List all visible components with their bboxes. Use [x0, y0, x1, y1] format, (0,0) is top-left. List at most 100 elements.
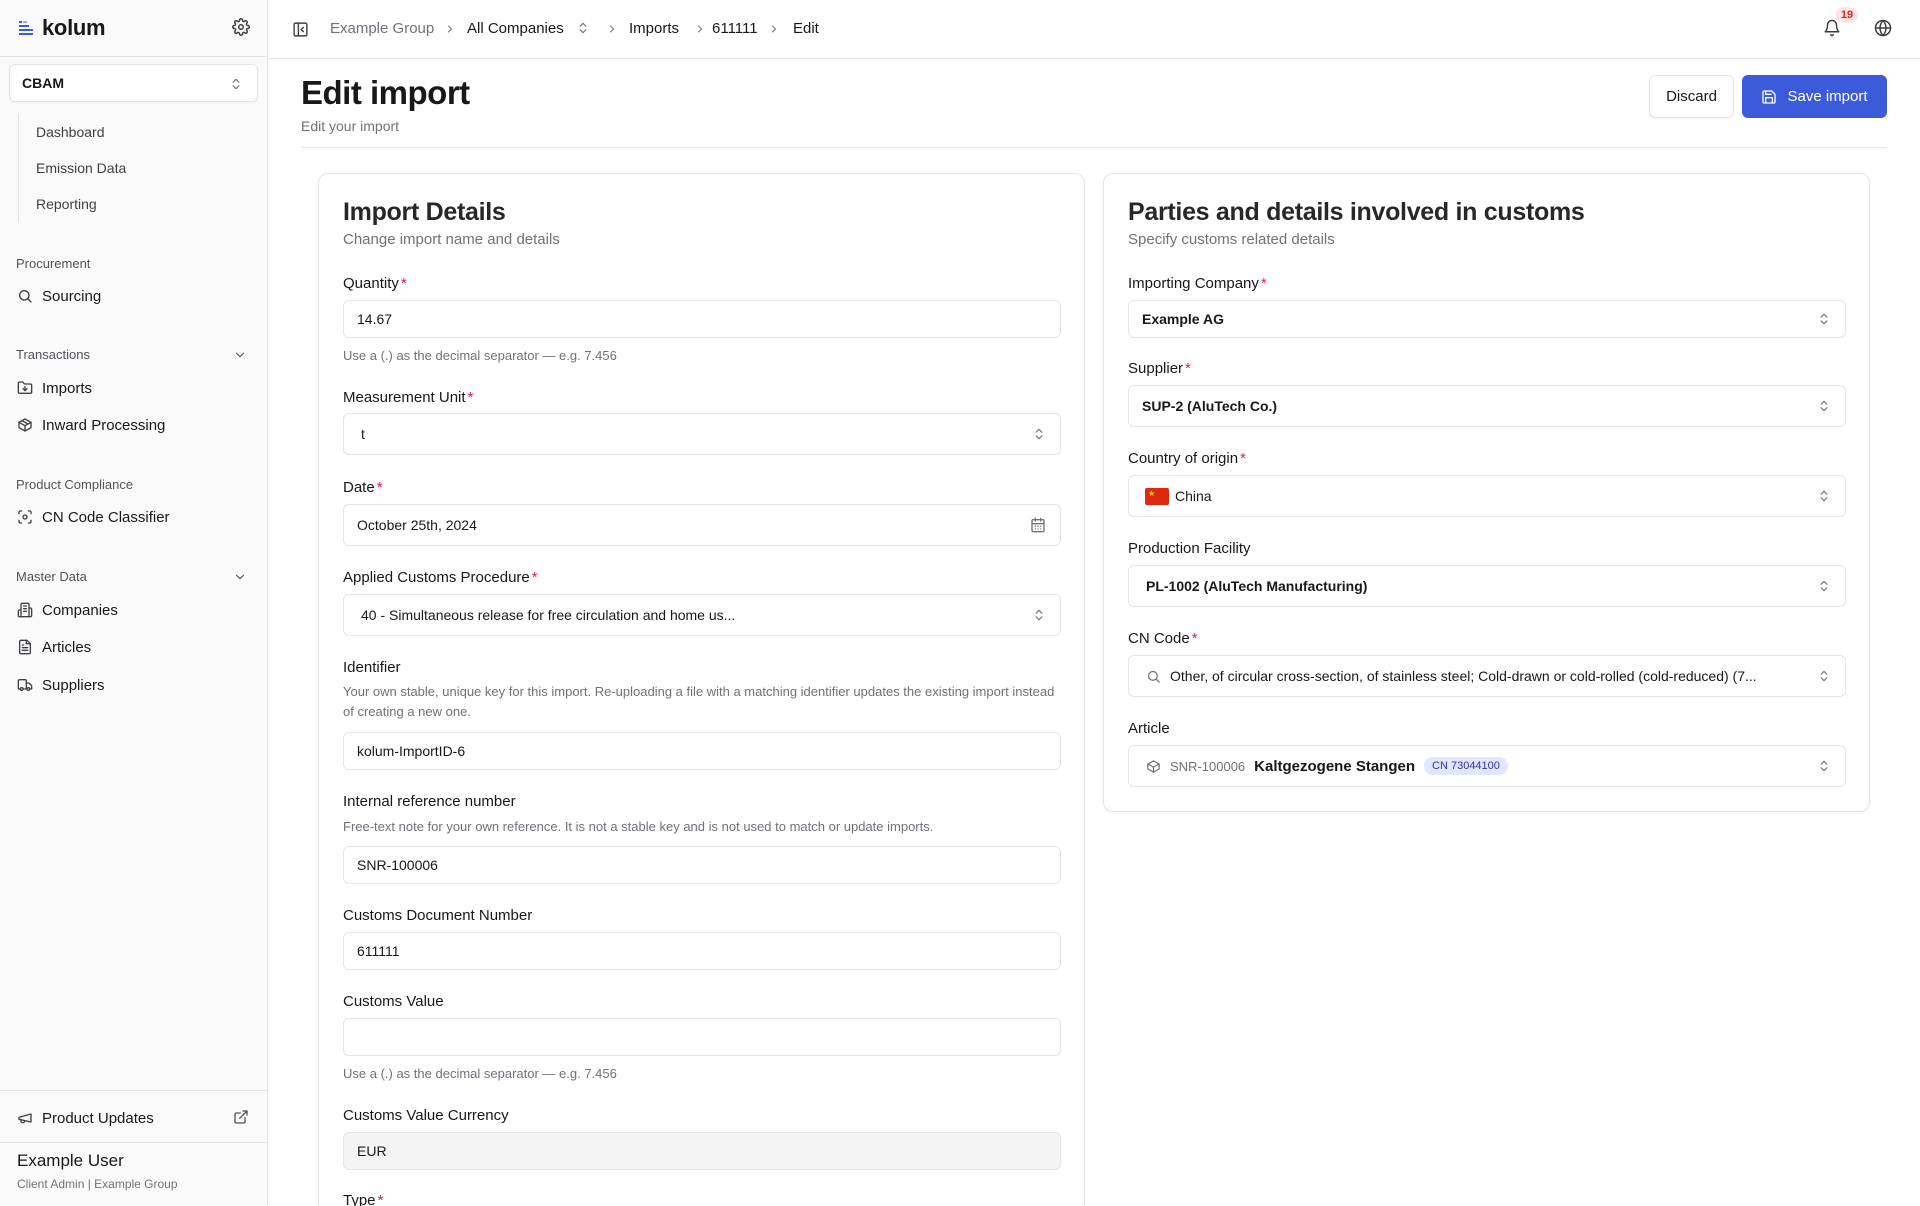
scan-icon — [16, 508, 34, 526]
china-flag-icon: ★ — [1145, 487, 1169, 505]
sidebar-item-suppliers[interactable]: Suppliers — [16, 669, 252, 701]
country-of-origin-select[interactable]: ★ China — [1128, 475, 1846, 517]
logo-text: kolum — [42, 15, 106, 40]
article-select[interactable]: SNR-100006 Kaltgezogene Stangen CN 73044… — [1128, 745, 1846, 787]
sidebar-item-sourcing[interactable]: Sourcing — [16, 280, 252, 312]
module-switcher-label: CBAM — [22, 75, 64, 91]
panel-toggle-icon[interactable] — [292, 21, 309, 38]
subnav-item-emission-data[interactable]: Emission Data — [19, 150, 258, 186]
cn-code-value: Other, of circular cross-section, of sta… — [1170, 668, 1757, 684]
chevrons-up-down-icon — [1817, 312, 1831, 326]
bell-icon[interactable] — [1823, 19, 1841, 37]
customs-procedure-select[interactable]: 40 - Simultaneous release for free circu… — [343, 594, 1061, 636]
settings-gear-icon[interactable] — [232, 18, 250, 36]
customs-value-currency-input[interactable]: EUR — [343, 1132, 1061, 1170]
supplier-label: Supplier * — [1128, 360, 1191, 377]
group-label-procurement: Procurement — [16, 256, 91, 271]
sidebar-item-articles[interactable]: Articles — [16, 631, 252, 663]
type-label: Type * — [343, 1192, 384, 1206]
logo[interactable]: kolum — [18, 14, 250, 42]
date-label: Date * — [343, 479, 383, 496]
customs-value-label: Customs Value — [343, 993, 444, 1010]
internal-reference-label: Internal reference number — [343, 793, 516, 810]
importing-company-select[interactable]: Example AG — [1128, 300, 1846, 338]
breadcrumb-all-companies[interactable]: All Companies — [467, 20, 564, 37]
production-facility-label: Production Facility — [1128, 540, 1251, 557]
supplier-select[interactable]: SUP-2 (AluTech Co.) — [1128, 385, 1846, 427]
breadcrumb-imports[interactable]: Imports — [629, 20, 679, 37]
sidebar-item-label: Imports — [42, 379, 93, 397]
chevrons-up-down-icon — [1817, 399, 1831, 413]
card-description: Specify customs related details — [1128, 231, 1335, 248]
truck-icon — [16, 676, 34, 694]
breadcrumb-group[interactable]: Example Group — [330, 20, 434, 37]
sidebar-divider — [0, 56, 268, 57]
internal-reference-input[interactable]: SNR-100006 — [343, 846, 1061, 884]
page-title: Edit import — [301, 74, 470, 111]
sidebar-item-companies[interactable]: Companies — [16, 594, 252, 626]
sidebar-item-label: Articles — [42, 638, 92, 656]
date-picker[interactable]: October 25th, 2024 — [343, 504, 1061, 546]
notification-badge: 19 — [1836, 7, 1858, 23]
external-link-icon[interactable] — [233, 1109, 249, 1125]
article-name: Kaltgezogene Stangen — [1254, 757, 1416, 775]
chevrons-up-down-icon — [1817, 759, 1831, 773]
logo-icon — [18, 20, 34, 36]
sidebar-item-cn-code-classifier[interactable]: CN Code Classifier — [16, 501, 252, 533]
search-icon — [1146, 669, 1161, 684]
identifier-label: Identifier — [343, 659, 401, 676]
module-subnav: Dashboard Emission Data Reporting — [18, 114, 258, 222]
sidebar-item-label: Suppliers — [42, 676, 105, 694]
module-switcher[interactable]: CBAM — [9, 64, 258, 102]
breadcrumb-edit: Edit — [793, 20, 819, 37]
save-import-button[interactable]: Save import — [1742, 75, 1887, 118]
chevron-right-icon — [606, 23, 618, 35]
box-icon — [1146, 759, 1161, 774]
chevrons-up-down-icon — [1032, 608, 1046, 622]
customs-document-number-input[interactable]: 611111 — [343, 932, 1061, 970]
discard-button[interactable]: Discard — [1649, 75, 1734, 118]
identifier-input[interactable]: kolum-ImportID-6 — [343, 732, 1061, 770]
customs-value-input[interactable] — [343, 1018, 1061, 1056]
card-title: Import Details — [343, 198, 506, 226]
chevron-down-icon[interactable] — [233, 570, 247, 584]
file-text-icon — [16, 638, 34, 656]
header-divider — [301, 147, 1887, 148]
supplier-value: SUP-2 (AluTech Co.) — [1142, 398, 1278, 414]
folder-import-icon — [16, 379, 34, 397]
user-role: Client Admin | Example Group — [17, 1177, 178, 1191]
customs-value-hint: Use a (.) as the decimal separator — e.g… — [343, 1066, 617, 1081]
subnav-item-reporting[interactable]: Reporting — [19, 186, 258, 222]
chevron-down-icon[interactable] — [233, 348, 247, 362]
cn-code-combobox[interactable]: Other, of circular cross-section, of sta… — [1128, 655, 1846, 697]
chevrons-up-down-icon[interactable] — [576, 21, 590, 35]
sidebar-divider — [0, 1090, 268, 1091]
save-import-label: Save import — [1787, 88, 1868, 105]
subnav-item-dashboard[interactable]: Dashboard — [19, 114, 258, 150]
sidebar-item-product-updates[interactable]: Product Updates — [16, 1102, 252, 1134]
quantity-input[interactable]: 14.67 — [343, 300, 1061, 338]
globe-icon[interactable] — [1874, 19, 1892, 37]
page-subtitle: Edit your import — [301, 118, 400, 134]
sidebar-item-imports[interactable]: Imports — [16, 372, 252, 404]
customs-procedure-value: 40 - Simultaneous release for free circu… — [361, 607, 736, 623]
calendar-icon — [1030, 517, 1046, 533]
internal-reference-hint: Free-text note for your own reference. I… — [343, 819, 934, 834]
package-icon — [16, 416, 34, 434]
importing-company-label: Importing Company * — [1128, 275, 1267, 292]
measurement-unit-select[interactable]: t — [343, 413, 1061, 455]
sidebar-item-label: Sourcing — [42, 287, 102, 305]
article-label: Article — [1128, 720, 1170, 737]
chevrons-up-down-icon — [1817, 669, 1831, 683]
top-bar: Example Group All Companies Imports 6111… — [268, 0, 1920, 59]
chevrons-up-down-icon — [1032, 427, 1046, 441]
production-facility-select[interactable]: PL-1002 (AluTech Manufacturing) — [1128, 565, 1846, 607]
cn-code-chip: CN 73044100 — [1424, 757, 1508, 775]
cn-code-label: CN Code * — [1128, 630, 1198, 647]
breadcrumb-import-id[interactable]: 611111 — [712, 20, 758, 37]
user-name[interactable]: Example User — [17, 1151, 124, 1171]
sidebar-item-inward-processing[interactable]: Inward Processing — [16, 409, 252, 441]
sidebar-item-label: Inward Processing — [42, 416, 166, 434]
chevron-right-icon — [694, 23, 706, 35]
sidebar: kolum CBAM Dashboard Emission Data Repor… — [0, 0, 268, 1206]
